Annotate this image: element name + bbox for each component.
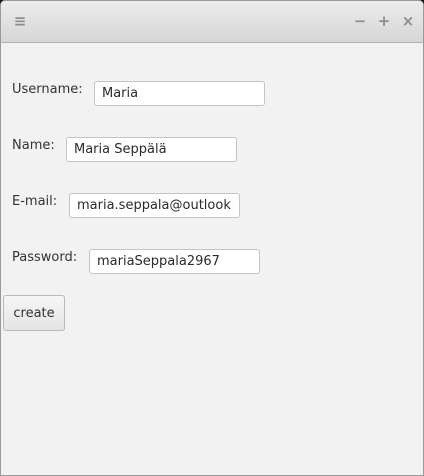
title-bar[interactable]: ≡ − + × <box>1 1 423 43</box>
username-label: Username: <box>12 82 83 97</box>
email-field[interactable] <box>69 193 240 218</box>
form-panel: Username: Name: E-mail: Password: create <box>1 43 423 475</box>
username-field[interactable] <box>94 81 265 106</box>
password-label: Password: <box>12 250 78 265</box>
app-window: ≡ − + × Username: Name: E-mail: Password… <box>0 0 424 476</box>
minimize-icon[interactable]: − <box>352 13 368 29</box>
close-icon[interactable]: × <box>400 13 416 29</box>
name-field[interactable] <box>66 137 237 162</box>
email-label: E-mail: <box>12 194 58 209</box>
hamburger-menu-icon[interactable]: ≡ <box>12 13 28 29</box>
password-field[interactable] <box>89 249 260 274</box>
create-button[interactable]: create <box>3 295 65 331</box>
name-label: Name: <box>12 138 55 153</box>
maximize-icon[interactable]: + <box>376 13 392 29</box>
